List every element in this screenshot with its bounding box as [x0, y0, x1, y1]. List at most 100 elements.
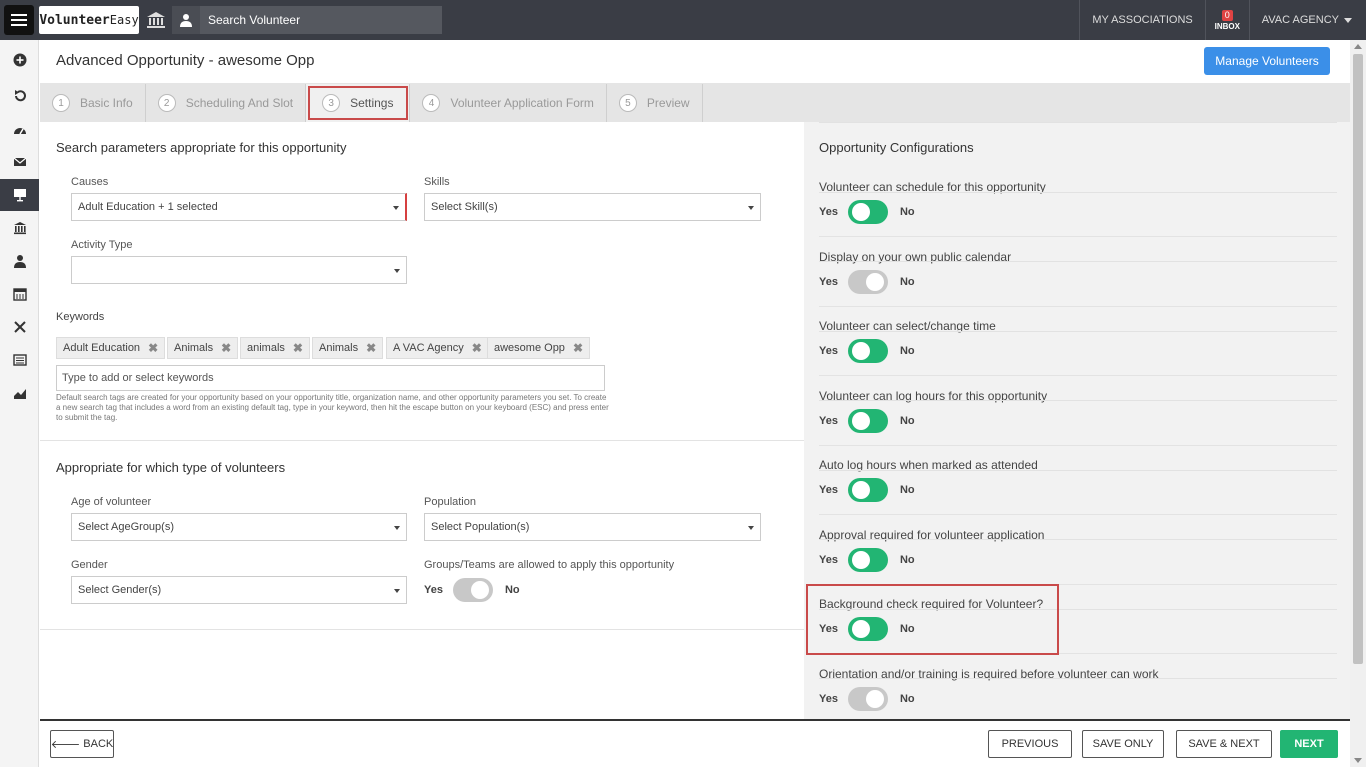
toggle-yes-label: Yes	[819, 275, 838, 288]
sidebar-opportunities[interactable]	[0, 179, 39, 211]
remove-tag-icon[interactable]: ✖	[148, 341, 158, 355]
tools-icon	[13, 321, 26, 333]
toggle-no-label: No	[899, 206, 915, 218]
tag-text: awesome Opp	[494, 342, 565, 354]
activity-type-select[interactable]	[71, 256, 407, 284]
scroll-thumb[interactable]	[1353, 54, 1363, 664]
list-icon	[12, 354, 27, 366]
toggle-knob	[851, 481, 870, 499]
remove-tag-icon[interactable]: ✖	[472, 341, 482, 355]
search-volunteer-box	[172, 6, 442, 34]
inbox-label: INBOX	[1214, 21, 1240, 31]
gender-select[interactable]: Select Gender(s)	[71, 576, 407, 604]
tab-number: 1	[52, 94, 70, 112]
agency-dropdown[interactable]: AVAC AGENCY	[1248, 0, 1366, 40]
page-header: Advanced Opportunity - awesome Opp Manag…	[40, 40, 1350, 84]
remove-tag-icon[interactable]: ✖	[573, 341, 583, 355]
toggle-yes-label: Yes	[819, 206, 838, 218]
toggle-knob	[865, 689, 884, 708]
menu-icon[interactable]	[4, 5, 34, 35]
tab-preview[interactable]: 5 Preview	[607, 84, 703, 122]
tab-label: Preview	[646, 96, 690, 110]
config-divider	[819, 375, 1337, 376]
toggle-no-label: No	[899, 692, 915, 705]
config-toggle[interactable]	[847, 269, 888, 294]
sidebar-calendar[interactable]	[0, 278, 39, 310]
app-logo[interactable]: Volunteer Easy	[39, 6, 139, 34]
toggle-knob	[851, 203, 870, 221]
config-toggle[interactable]	[847, 547, 888, 572]
skills-label: Skills	[424, 176, 450, 188]
sidebar-volunteers[interactable]	[0, 245, 39, 277]
inbox-count-badge: 0	[1221, 9, 1233, 21]
keyword-tag: Animals ✖	[312, 337, 384, 359]
population-select[interactable]: Select Population(s)	[424, 513, 761, 541]
inbox-button[interactable]: 0 INBOX	[1204, 0, 1249, 40]
config-toggle-row: Yes No	[819, 686, 915, 711]
search-parameters-panel: Search parameters appropriate for this o…	[40, 122, 804, 719]
page-title: Advanced Opportunity - awesome Opp	[56, 52, 315, 69]
logo-sub: Easy	[109, 13, 139, 27]
sidebar-dashboard[interactable]	[0, 114, 39, 146]
config-toggle[interactable]	[847, 200, 888, 224]
config-item: Allow volunteer(s) to cancel opYesNo	[819, 678, 1337, 679]
sidebar-add[interactable]	[0, 44, 39, 76]
next-button[interactable]: NEXT	[1280, 730, 1338, 758]
config-toggle[interactable]	[847, 339, 888, 363]
tab-number: 2	[157, 94, 176, 112]
page-scrollbar[interactable]	[1350, 40, 1366, 767]
tab-application-form[interactable]: 4 Volunteer Application Form	[410, 84, 607, 122]
activity-type-label: Activity Type	[71, 239, 133, 251]
causes-value: Adult Education + 1 selected	[78, 201, 218, 213]
section-divider	[40, 440, 804, 441]
age-select[interactable]: Select AgeGroup(s)	[71, 513, 407, 541]
search-volunteer-input[interactable]	[200, 13, 430, 27]
groups-toggle[interactable]	[452, 578, 493, 602]
sidebar-messages[interactable]	[0, 146, 39, 178]
sidebar-history[interactable]	[0, 80, 39, 112]
manage-volunteers-button[interactable]: Manage Volunteers	[1204, 47, 1330, 75]
remove-tag-icon[interactable]: ✖	[221, 341, 231, 355]
keyword-input[interactable]: Type to add or select keywords	[56, 365, 605, 391]
tag-text: Adult Education	[63, 342, 141, 354]
skills-select[interactable]: Select Skill(s)	[424, 193, 761, 221]
tab-basic-info[interactable]: 1 Basic Info	[40, 84, 146, 122]
config-toggle[interactable]	[847, 686, 888, 711]
remove-tag-icon[interactable]: ✖	[366, 341, 376, 355]
save-next-button[interactable]: SAVE & NEXT	[1176, 730, 1272, 758]
keyword-tag: Animals ✖	[167, 337, 239, 359]
config-toggle-row: Yes No	[819, 408, 915, 433]
remove-tag-icon[interactable]: ✖	[293, 341, 303, 355]
toggle-no-label: No	[899, 414, 915, 427]
tab-label: Volunteer Application Form	[450, 96, 594, 110]
sidebar-tools[interactable]	[0, 311, 39, 343]
config-toggle[interactable]	[847, 478, 888, 502]
scroll-up-icon[interactable]	[1354, 44, 1362, 49]
tab-scheduling[interactable]: 2 Scheduling And Slot	[146, 84, 307, 122]
section-divider	[40, 629, 804, 630]
sidebar-organization[interactable]	[0, 212, 39, 244]
configs-title: Opportunity Configurations	[819, 140, 974, 155]
toggle-no-label: No	[899, 275, 915, 288]
tag-text: Animals	[174, 342, 214, 354]
tab-settings[interactable]: 3 Settings	[306, 84, 411, 122]
tag-text: Animals	[319, 342, 359, 354]
previous-button[interactable]: PREVIOUS	[988, 730, 1072, 758]
sidebar-analytics[interactable]	[0, 377, 39, 409]
tag-text: A VAC Agency	[393, 342, 464, 354]
save-only-button[interactable]: SAVE ONLY	[1082, 730, 1164, 758]
back-arrow-icon: 🡐	[50, 739, 81, 751]
config-toggle-row: Yes No	[819, 478, 915, 502]
causes-select[interactable]: Adult Education + 1 selected	[71, 193, 407, 221]
config-toggle[interactable]	[847, 408, 888, 433]
skills-value: Select Skill(s)	[431, 201, 498, 213]
back-button[interactable]: 🡐 BACK	[50, 730, 114, 758]
toggle-yes-label: Yes	[819, 553, 838, 566]
population-label: Population	[424, 496, 476, 508]
scroll-down-icon[interactable]	[1354, 758, 1362, 763]
my-associations-link[interactable]: MY ASSOCIATIONS	[1079, 0, 1204, 40]
opportunity-configurations-panel: Opportunity Configurations Volunteer can…	[804, 122, 1350, 719]
sidebar-reports[interactable]	[0, 344, 39, 376]
config-toggle-row: Yes No	[819, 269, 915, 294]
bank-icon[interactable]	[146, 11, 166, 29]
